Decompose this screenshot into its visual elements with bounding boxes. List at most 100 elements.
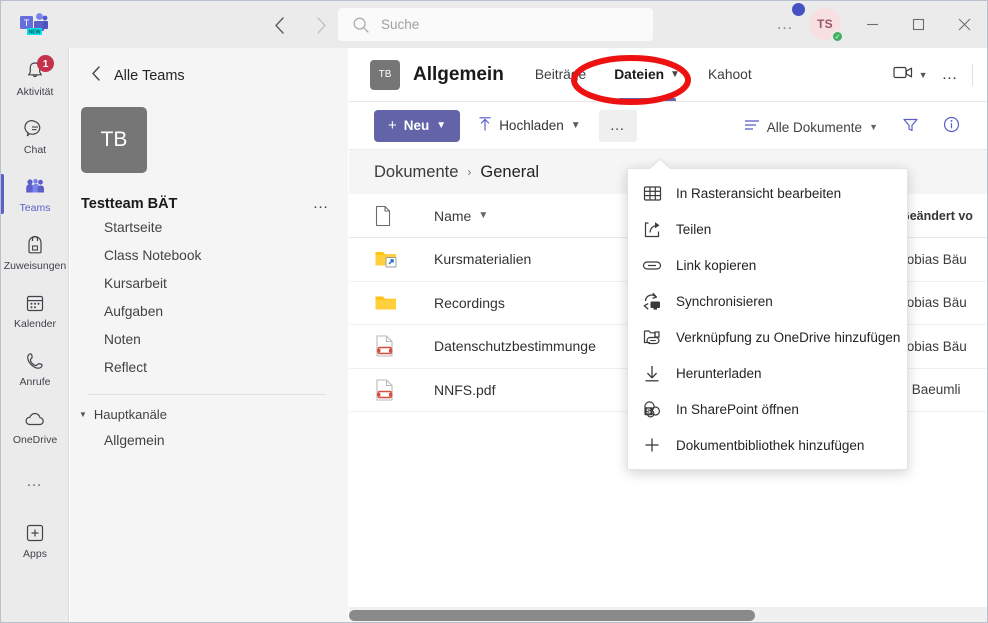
menu-item-in-rasteransicht-bearbeiten[interactable]: In Rasteransicht bearbeiten bbox=[628, 175, 907, 211]
new-button[interactable]: + Neu ▼ bbox=[374, 109, 461, 142]
breadcrumb-separator: › bbox=[467, 165, 472, 179]
grid-edit-icon bbox=[642, 183, 662, 203]
menu-item-link-kopieren[interactable]: Link kopieren bbox=[628, 247, 907, 283]
tab-label: Dateien bbox=[614, 67, 665, 82]
menu-item-herunterladen[interactable]: Herunterladen bbox=[628, 355, 907, 391]
avatar[interactable]: TS ✓ bbox=[809, 8, 844, 43]
sidebar-item-label: Kalender bbox=[13, 317, 57, 330]
tab-kahoot[interactable]: Kahoot bbox=[694, 49, 766, 101]
sidebar-item-apps[interactable]: Apps bbox=[1, 512, 69, 568]
sidebar-link-startseite[interactable]: Startseite bbox=[104, 213, 348, 241]
sidebar-item-kalender[interactable]: Kalender bbox=[1, 282, 69, 338]
all-teams-label: Alle Teams bbox=[114, 67, 185, 84]
document-icon bbox=[374, 205, 434, 227]
tab-label: Kahoot bbox=[707, 67, 752, 82]
sidebar-item-zuweisungen[interactable]: Zuweisungen bbox=[1, 224, 69, 280]
menu-item-teilen[interactable]: Teilen bbox=[628, 211, 907, 247]
sidebar-channel-allgemein[interactable]: Allgemein bbox=[104, 426, 348, 454]
svg-text:S: S bbox=[646, 408, 651, 415]
header-separator bbox=[972, 64, 973, 86]
search-box[interactable] bbox=[338, 8, 653, 41]
files-overflow-menu: In Rasteransicht bearbeiten Teilen Link … bbox=[627, 160, 908, 470]
sidebar-item-chat[interactable]: Chat bbox=[1, 108, 69, 164]
sidebar-item-teams[interactable]: Teams bbox=[1, 166, 69, 222]
filter-button[interactable] bbox=[893, 111, 928, 144]
upload-arrow-icon bbox=[478, 116, 492, 135]
sidebar-item-aktivitaet[interactable]: 1 Aktivität bbox=[1, 50, 69, 106]
channel-group-hauptkanaele[interactable]: ▼ Hauptkanäle bbox=[79, 407, 348, 422]
info-circle-icon bbox=[943, 116, 960, 138]
people-icon bbox=[23, 175, 47, 199]
sidebar-link-kursarbeit[interactable]: Kursarbeit bbox=[104, 269, 348, 297]
backpack-icon bbox=[25, 233, 45, 257]
menu-item-synchronisieren[interactable]: Synchronisieren bbox=[628, 283, 907, 319]
rail-more-button[interactable]: … bbox=[1, 460, 69, 504]
sidebar-link-aufgaben[interactable]: Aufgaben bbox=[104, 297, 348, 325]
phone-icon bbox=[24, 349, 46, 373]
upload-button[interactable]: Hochladen ▼ bbox=[468, 110, 590, 142]
upload-button-label: Hochladen bbox=[499, 118, 564, 133]
sidebar-item-onedrive[interactable]: OneDrive bbox=[1, 398, 69, 454]
back-button[interactable] bbox=[263, 9, 295, 41]
view-selector-label: Alle Dokumente bbox=[766, 119, 863, 135]
plus-box-icon bbox=[24, 521, 46, 545]
presence-badge-icon: ✓ bbox=[831, 30, 844, 43]
info-button[interactable] bbox=[934, 110, 969, 144]
meet-now-button[interactable]: ▼ bbox=[888, 59, 933, 91]
toolbar-overflow-button[interactable]: … bbox=[598, 109, 638, 142]
menu-item-label: Herunterladen bbox=[676, 365, 762, 381]
chevron-left-icon bbox=[91, 66, 101, 85]
minimize-button[interactable] bbox=[849, 1, 895, 47]
folder-shortcut-icon bbox=[374, 248, 434, 270]
chevron-down-icon: ▼ bbox=[918, 70, 928, 80]
tab-label: Beiträge bbox=[534, 67, 587, 82]
plus-icon bbox=[642, 435, 662, 455]
calendar-icon bbox=[24, 291, 46, 315]
tab-dateien[interactable]: Dateien ▼ bbox=[600, 49, 694, 101]
channel-avatar: TB bbox=[370, 59, 400, 90]
menu-item-label: In SharePoint öffnen bbox=[676, 401, 799, 417]
svg-text:NEW: NEW bbox=[28, 30, 40, 36]
all-teams-back-button[interactable]: Alle Teams bbox=[70, 48, 348, 85]
team-avatar: TB bbox=[81, 107, 147, 173]
plus-icon: + bbox=[388, 117, 397, 134]
sidebar-link-noten[interactable]: Noten bbox=[104, 325, 348, 353]
menu-caret bbox=[650, 160, 670, 169]
sidebar-link-reflect[interactable]: Reflect bbox=[104, 353, 348, 381]
channel-more-button[interactable]: … bbox=[937, 60, 965, 90]
sidebar-link-class-notebook[interactable]: Class Notebook bbox=[104, 241, 348, 269]
team-name: Testteam BÄT bbox=[81, 196, 178, 212]
breadcrumb-item-dokumente[interactable]: Dokumente bbox=[374, 163, 458, 182]
search-input[interactable] bbox=[381, 17, 621, 32]
horizontal-scrollbar-thumb[interactable] bbox=[349, 610, 755, 621]
toolbar-right-group: Alle Dokumente ▼ bbox=[735, 110, 969, 144]
team-more-button[interactable]: … bbox=[313, 195, 331, 213]
page-title: Allgemein bbox=[413, 63, 504, 85]
tab-beitraege[interactable]: Beiträge bbox=[521, 49, 600, 101]
close-button[interactable] bbox=[941, 1, 987, 47]
breadcrumb-item-general[interactable]: General bbox=[480, 163, 539, 182]
pdf-file-icon bbox=[374, 334, 434, 358]
sidebar-item-anrufe[interactable]: Anrufe bbox=[1, 340, 69, 396]
notification-dot bbox=[792, 3, 805, 16]
download-icon bbox=[642, 363, 662, 383]
sidebar-item-label: Chat bbox=[23, 143, 47, 156]
titlebar-more-button[interactable]: … bbox=[776, 14, 795, 34]
cloud-icon bbox=[23, 407, 47, 431]
horizontal-scrollbar-track[interactable] bbox=[349, 607, 987, 622]
forward-button[interactable] bbox=[305, 9, 337, 41]
link-icon bbox=[642, 255, 662, 275]
menu-item-verknuepfung-zu-onedrive-hinzufuegen[interactable]: Verknüpfung zu OneDrive hinzufügen bbox=[628, 319, 907, 355]
menu-item-in-sharepoint-oeffnen[interactable]: S In SharePoint öffnen bbox=[628, 391, 907, 427]
channel-header: TB Allgemein Beiträge Dateien ▼ Kahoot ▼… bbox=[349, 48, 987, 102]
maximize-button[interactable] bbox=[895, 1, 941, 47]
onedrive-shortcut-icon bbox=[642, 327, 662, 347]
channel-header-actions: ▼ … bbox=[888, 48, 977, 102]
team-sidebar: Alle Teams TB Testteam BÄT … Startseite … bbox=[70, 48, 348, 622]
chevron-down-icon: ▼ bbox=[670, 69, 680, 80]
menu-item-dokumentbibliothek-hinzufuegen[interactable]: Dokumentbibliothek hinzufügen bbox=[628, 427, 907, 463]
sidebar-item-label: Apps bbox=[23, 547, 47, 560]
svg-text:T: T bbox=[24, 18, 30, 28]
view-selector-button[interactable]: Alle Dokumente ▼ bbox=[735, 112, 887, 143]
more-horizontal-icon: … bbox=[941, 66, 959, 83]
